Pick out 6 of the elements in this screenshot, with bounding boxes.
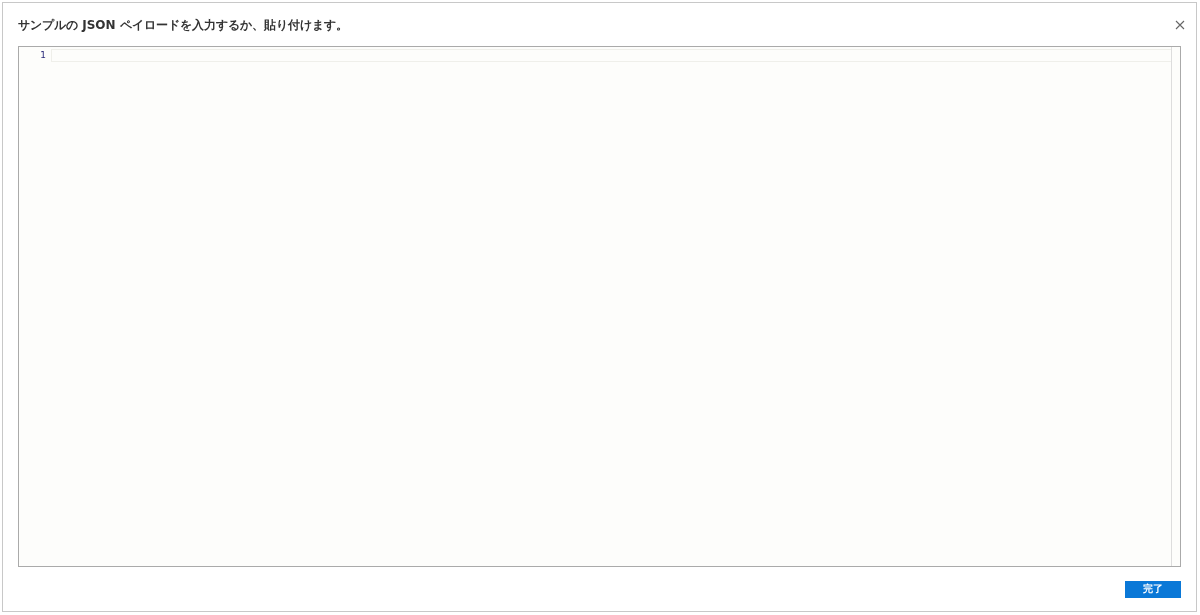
- dialog-title: サンプルの JSON ペイロードを入力するか、貼り付けます。: [18, 16, 348, 34]
- line-number: 1: [39, 50, 47, 61]
- close-icon: [1175, 20, 1185, 30]
- code-editor[interactable]: 1: [18, 46, 1181, 567]
- close-button[interactable]: [1175, 20, 1185, 30]
- done-button[interactable]: 完了: [1125, 580, 1181, 598]
